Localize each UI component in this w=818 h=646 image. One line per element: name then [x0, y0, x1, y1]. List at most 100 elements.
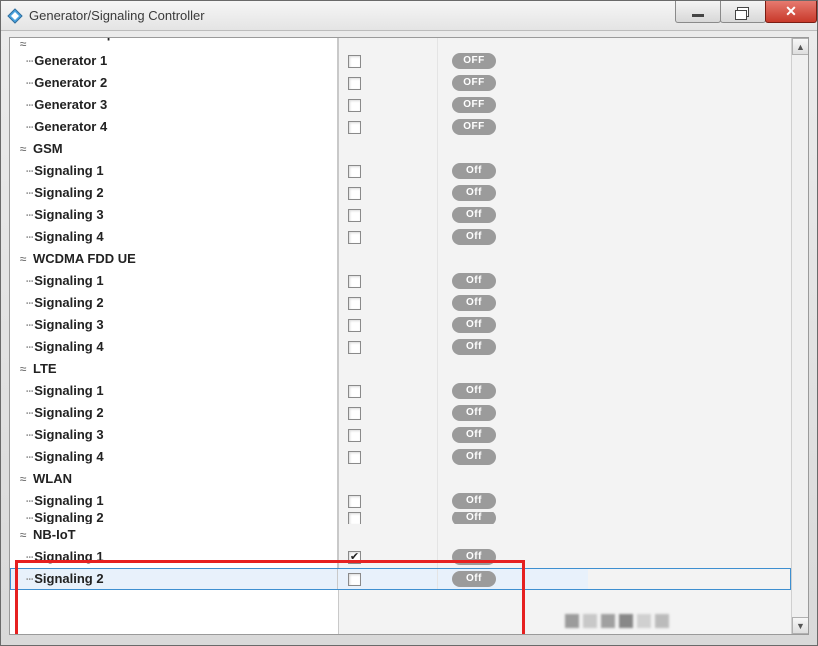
tree: ≈General Purpose RF⋯Generator 1OFF⋯Gener…	[10, 38, 791, 634]
item-checkbox[interactable]	[348, 297, 361, 310]
window-title: Generator/Signaling Controller	[29, 8, 205, 23]
tree-item[interactable]: ⋯Generator 2OFF	[10, 72, 791, 94]
item-checkbox[interactable]	[348, 573, 361, 586]
status-pill[interactable]: Off	[452, 185, 496, 201]
item-label: Signaling 2	[34, 512, 103, 524]
item-label: Signaling 4	[34, 336, 103, 358]
status-pill[interactable]: Off	[452, 512, 496, 524]
item-label: Signaling 3	[34, 314, 103, 336]
tree-group[interactable]: ≈NB-IoT	[10, 524, 791, 546]
tree-connector-icon: ⋯	[26, 512, 32, 524]
item-checkbox[interactable]	[348, 319, 361, 332]
tree-group[interactable]: ≈WCDMA FDD UE	[10, 248, 791, 270]
item-checkbox[interactable]	[348, 187, 361, 200]
item-label: Signaling 1	[34, 546, 103, 568]
item-checkbox[interactable]	[348, 209, 361, 222]
status-pill[interactable]: Off	[452, 549, 496, 565]
wave-icon: ≈	[16, 144, 30, 154]
item-checkbox[interactable]	[348, 231, 361, 244]
status-pill[interactable]: Off	[452, 229, 496, 245]
tree-item[interactable]: ⋯Signaling 3Off	[10, 424, 791, 446]
item-checkbox[interactable]: ✔	[348, 551, 361, 564]
tree-item[interactable]: ⋯Signaling 2 Off	[10, 512, 791, 524]
tree-item[interactable]: ⋯Signaling 3Off	[10, 314, 791, 336]
status-pill[interactable]: OFF	[452, 53, 496, 69]
item-checkbox[interactable]	[348, 451, 361, 464]
tree-item[interactable]: ⋯Generator 1OFF	[10, 50, 791, 72]
status-pill[interactable]: Off	[452, 571, 496, 587]
status-pill[interactable]: OFF	[452, 97, 496, 113]
tree-item[interactable]: ⋯Signaling 4Off	[10, 226, 791, 248]
maximize-button[interactable]	[720, 1, 766, 23]
tree-item[interactable]: ⋯Signaling 4Off	[10, 446, 791, 468]
tree-group[interactable]: ≈General Purpose RF	[10, 38, 791, 50]
tree-item[interactable]: ⋯Signaling 1Off	[10, 270, 791, 292]
status-pill[interactable]: OFF	[452, 119, 496, 135]
group-label: LTE	[33, 358, 57, 380]
scroll-up-button[interactable]: ▲	[792, 38, 809, 55]
tree-item[interactable]: ⋯Signaling 3Off	[10, 204, 791, 226]
tree-item[interactable]: ⋯Signaling 1Off	[10, 160, 791, 182]
titlebar[interactable]: Generator/Signaling Controller ✕	[1, 1, 817, 31]
tree-item[interactable]: ⋯Signaling 2 Off	[10, 182, 791, 204]
item-checkbox[interactable]	[348, 165, 361, 178]
vertical-scrollbar[interactable]: ▲ ▼	[791, 38, 808, 634]
close-button[interactable]: ✕	[765, 1, 817, 23]
wave-icon: ≈	[16, 474, 30, 484]
status-pill[interactable]: Off	[452, 207, 496, 223]
status-pill[interactable]: Off	[452, 449, 496, 465]
status-pill[interactable]: OFF	[452, 75, 496, 91]
item-checkbox[interactable]	[348, 99, 361, 112]
group-label: WLAN	[33, 468, 72, 490]
tree-connector-icon: ⋯	[26, 182, 32, 204]
status-pill[interactable]: Off	[452, 273, 496, 289]
status-pill[interactable]: Off	[452, 427, 496, 443]
wave-icon: ≈	[16, 530, 30, 540]
tree-item[interactable]: ⋯Signaling 2Off	[10, 402, 791, 424]
item-label: Generator 4	[34, 116, 107, 138]
item-label: Generator 3	[34, 94, 107, 116]
group-label: NB-IoT	[33, 524, 76, 546]
status-pill[interactable]: Off	[452, 317, 496, 333]
item-checkbox[interactable]	[348, 341, 361, 354]
tree-item[interactable]: ⋯Signaling 1Off	[10, 380, 791, 402]
item-label: Signaling 2	[34, 568, 103, 590]
item-label: Signaling 1	[34, 380, 103, 402]
status-pill[interactable]: Off	[452, 493, 496, 509]
item-checkbox[interactable]	[348, 385, 361, 398]
status-pill[interactable]: Off	[452, 383, 496, 399]
item-checkbox[interactable]	[348, 495, 361, 508]
item-label: Signaling 1	[34, 160, 103, 182]
status-pill[interactable]: Off	[452, 295, 496, 311]
item-checkbox[interactable]	[348, 512, 361, 524]
item-label: Signaling 3	[34, 424, 103, 446]
tree-connector-icon: ⋯	[26, 94, 32, 116]
scroll-down-button[interactable]: ▼	[792, 617, 809, 634]
minimize-button[interactable]	[675, 1, 721, 23]
item-label: Signaling 2	[34, 182, 103, 204]
tree-item[interactable]: ⋯Signaling 1✔Off	[10, 546, 791, 568]
item-checkbox[interactable]	[348, 429, 361, 442]
tree-group[interactable]: ≈GSM	[10, 138, 791, 160]
tree-group[interactable]: ≈WLAN	[10, 468, 791, 490]
tree-item[interactable]: ⋯Signaling 4 Off	[10, 336, 791, 358]
tree-item[interactable]: ⋯Signaling 2Off	[10, 292, 791, 314]
tree-item[interactable]: ⋯Signaling 1Off	[10, 490, 791, 512]
tree-group[interactable]: ≈LTE	[10, 358, 791, 380]
tree-connector-icon: ⋯	[26, 336, 32, 358]
wave-icon: ≈	[16, 254, 30, 264]
tree-item[interactable]: ⋯Generator 3 OFF	[10, 94, 791, 116]
tree-item[interactable]: ⋯Signaling 2Off	[10, 568, 791, 590]
group-label: GSM	[33, 138, 63, 160]
item-checkbox[interactable]	[348, 275, 361, 288]
item-checkbox[interactable]	[348, 407, 361, 420]
item-label: Signaling 4	[34, 446, 103, 468]
tree-item[interactable]: ⋯Generator 4OFF	[10, 116, 791, 138]
status-pill[interactable]: Off	[452, 339, 496, 355]
status-pill[interactable]: Off	[452, 163, 496, 179]
item-checkbox[interactable]	[348, 77, 361, 90]
client-area: ≈General Purpose RF⋯Generator 1OFF⋯Gener…	[9, 37, 809, 635]
item-checkbox[interactable]	[348, 121, 361, 134]
item-checkbox[interactable]	[348, 55, 361, 68]
status-pill[interactable]: Off	[452, 405, 496, 421]
